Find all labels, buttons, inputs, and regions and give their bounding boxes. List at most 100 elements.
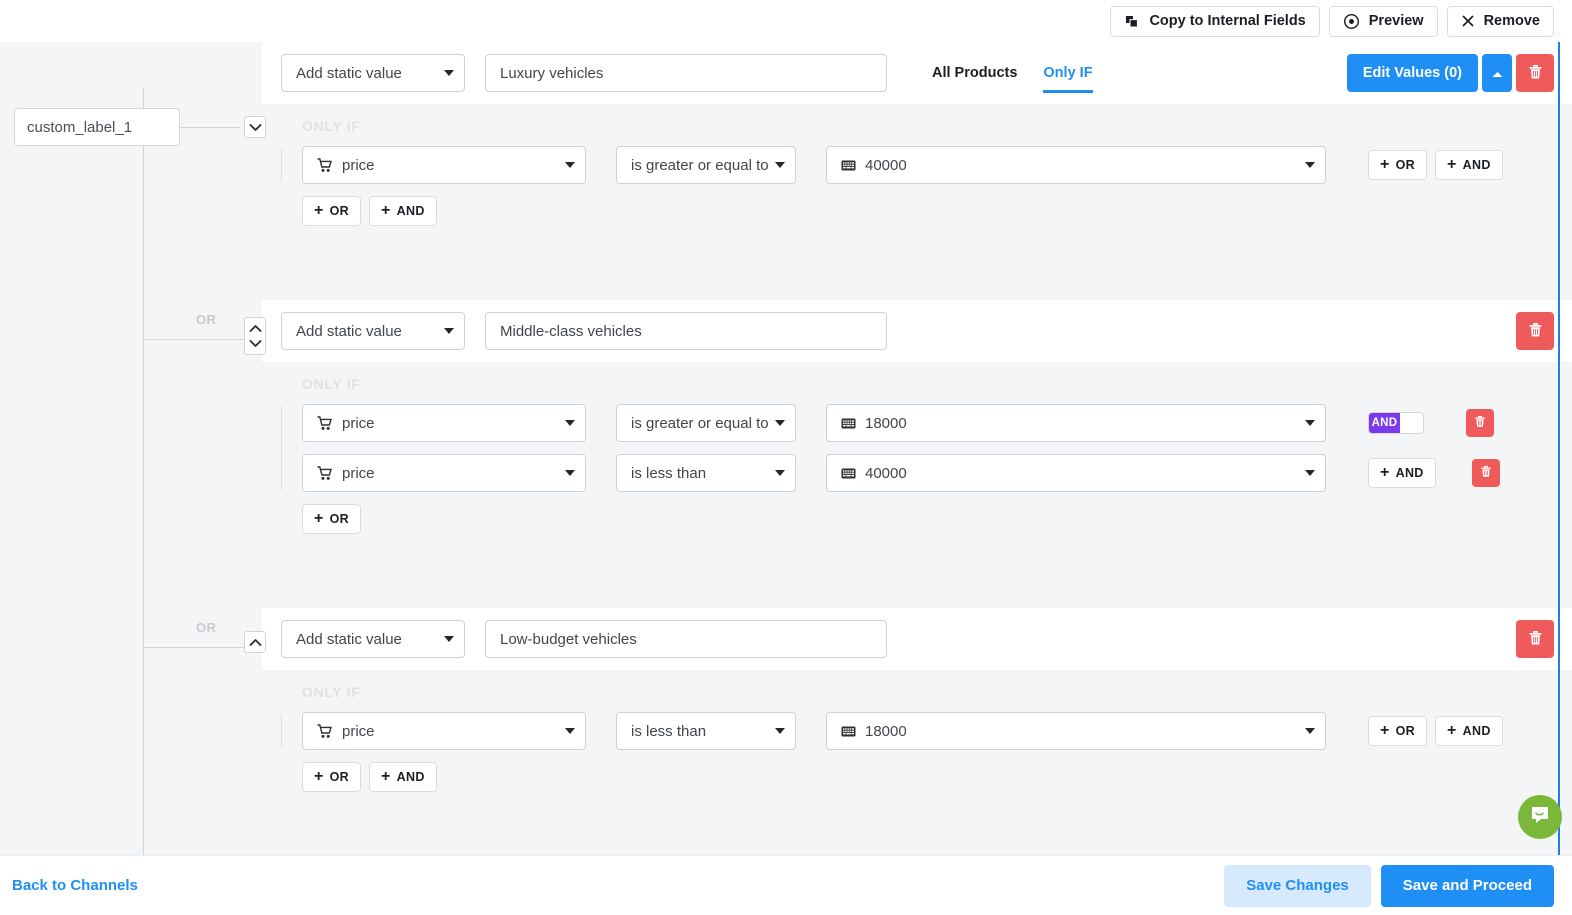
block-3-field-label-1: price [342, 723, 375, 740]
block-3-row-1-actions: + OR + AND [1368, 716, 1503, 746]
block-1-field-select-1[interactable]: price [302, 146, 586, 184]
top-toolbar: Copy to Internal Fields Preview Remove [0, 0, 1572, 42]
rule-block-3-body: ONLY IF price [262, 670, 1572, 808]
delete-block-2-condition-2-button[interactable] [1472, 459, 1500, 487]
block-3-value-label-1: 18000 [865, 723, 907, 740]
block-3-move-controls[interactable] [244, 631, 266, 653]
rules-scroll-area: custom_label_1 OR OR [0, 42, 1572, 855]
block-1-add-or-button[interactable]: + OR [302, 196, 361, 226]
chevron-down-icon [1305, 162, 1315, 168]
preview-button[interactable]: Preview [1329, 6, 1438, 37]
block-1-condition-rail [281, 148, 282, 182]
block-3-add-or-button[interactable]: + OR [302, 762, 361, 792]
save-changes-button[interactable]: Save Changes [1224, 865, 1371, 907]
block-3-source-label: Add static value [296, 631, 402, 648]
block-3-add-buttons: + OR + AND [302, 762, 1554, 792]
preview-label: Preview [1369, 13, 1424, 29]
block-2-row-2-add-and-button[interactable]: + AND [1368, 458, 1436, 488]
block-3-source-select[interactable]: Add static value [281, 620, 465, 658]
plus-icon: + [314, 769, 324, 785]
back-to-channels-link[interactable]: Back to Channels [12, 877, 138, 894]
keyboard-icon [841, 468, 856, 479]
block-3-add-and-button[interactable]: + AND [369, 762, 437, 792]
chat-widget-button[interactable] [1518, 795, 1562, 839]
custom-label-name-field[interactable]: custom_label_1 [14, 108, 180, 146]
custom-label-rule-builder-page: Copy to Internal Fields Preview Remove [0, 0, 1572, 915]
footer-bar: Back to Channels Save Changes Save and P… [0, 855, 1572, 915]
block-1-field-label-1: price [342, 157, 375, 174]
cart-icon [317, 466, 333, 481]
keyboard-icon [841, 418, 856, 429]
block-1-row-1-or-label: OR [1396, 158, 1415, 172]
block-3-static-value-text: Low-budget vehicles [500, 631, 637, 648]
block-2-move-controls[interactable] [244, 317, 266, 355]
caret-up-icon [1492, 66, 1503, 81]
block-1-static-value-input[interactable]: Luxury vehicles [485, 54, 887, 92]
label-connector-line [180, 127, 240, 128]
rule-block-3-header: Add static value Low-budget vehicles [262, 608, 1572, 670]
rule-block-3: Add static value Low-budget vehicles [262, 608, 1572, 808]
chevron-up-icon [249, 635, 262, 650]
block-1-value-select-1[interactable]: 40000 [826, 146, 1326, 184]
cart-icon [317, 724, 333, 739]
block-1-condition-row-1: price is greater or equal to [302, 146, 1554, 184]
rule-block-2-body: ONLY IF p [262, 362, 1572, 550]
block-3-operator-select-1[interactable]: is less than [616, 712, 796, 750]
plus-icon: + [381, 769, 391, 785]
block-3-row-1-add-or-button[interactable]: + OR [1368, 716, 1427, 746]
plus-icon: + [314, 511, 324, 527]
block-2-field-select-2[interactable]: price [302, 454, 586, 492]
delete-block-2-condition-1-button[interactable] [1466, 409, 1494, 437]
block-3-static-value-input[interactable]: Low-budget vehicles [485, 620, 887, 658]
tab-only-if[interactable]: Only IF [1043, 65, 1092, 93]
block-2-and-or-toggle[interactable]: AND [1368, 412, 1424, 434]
delete-block-3-button[interactable] [1516, 620, 1554, 658]
chevron-down-icon [444, 70, 454, 76]
plus-icon: + [381, 203, 391, 219]
block-1-operator-select-1[interactable]: is greater or equal to [616, 146, 796, 184]
block-2-operator-select-2[interactable]: is less than [616, 454, 796, 492]
chevron-up-icon [249, 321, 262, 336]
tab-all-products[interactable]: All Products [932, 65, 1017, 93]
copy-to-internal-fields-label: Copy to Internal Fields [1149, 13, 1305, 29]
delete-block-2-button[interactable] [1516, 312, 1554, 350]
plus-icon: + [1380, 723, 1390, 739]
block-3-value-select-1[interactable]: 18000 [826, 712, 1326, 750]
chevron-down-icon [249, 120, 262, 135]
save-and-proceed-button[interactable]: Save and Proceed [1381, 865, 1554, 907]
block-1-source-select[interactable]: Add static value [281, 54, 465, 92]
edit-values-button[interactable]: Edit Values (0) [1347, 54, 1478, 92]
block-2-static-value-input[interactable]: Middle-class vehicles [485, 312, 887, 350]
vertical-scrollbar[interactable] [1558, 42, 1560, 855]
block-2-field-select-1[interactable]: price [302, 404, 586, 442]
block-2-value-select-1[interactable]: 18000 [826, 404, 1326, 442]
delete-block-1-button[interactable] [1516, 54, 1554, 92]
plus-icon: + [1447, 157, 1457, 173]
block-3-condition-row-1: price is less than [302, 712, 1554, 750]
chevron-down-icon [1305, 470, 1315, 476]
remove-button[interactable]: Remove [1447, 6, 1554, 37]
chevron-down-icon [775, 470, 785, 476]
block-3-row-1-add-and-button[interactable]: + AND [1435, 716, 1503, 746]
block-2-source-select[interactable]: Add static value [281, 312, 465, 350]
footer-actions: Save Changes Save and Proceed [1224, 865, 1554, 907]
chevron-down-icon [249, 336, 262, 351]
root-collapse-toggle[interactable] [244, 116, 266, 138]
eye-icon [1343, 13, 1360, 30]
cart-icon [317, 416, 333, 431]
chevron-down-icon [565, 470, 575, 476]
block-1-row-1-add-or-button[interactable]: + OR [1368, 150, 1427, 180]
toggle-knob [1400, 413, 1423, 433]
copy-to-internal-fields-button[interactable]: Copy to Internal Fields [1110, 6, 1319, 37]
block-3-field-select-1[interactable]: price [302, 712, 586, 750]
block-2-add-or-button[interactable]: + OR [302, 504, 361, 534]
rule-block-1: Add static value Luxury vehicles All Pro… [262, 42, 1572, 242]
block-2-operator-select-1[interactable]: is greater or equal to [616, 404, 796, 442]
block-1-row-1-add-and-button[interactable]: + AND [1435, 150, 1503, 180]
block-1-add-and-button[interactable]: + AND [369, 196, 437, 226]
block-2-static-value-text: Middle-class vehicles [500, 323, 642, 340]
collapse-values-button[interactable] [1482, 54, 1512, 92]
block-2-value-select-2[interactable]: 40000 [826, 454, 1326, 492]
plus-icon: + [1380, 465, 1390, 481]
block-1-value-label-1: 40000 [865, 157, 907, 174]
